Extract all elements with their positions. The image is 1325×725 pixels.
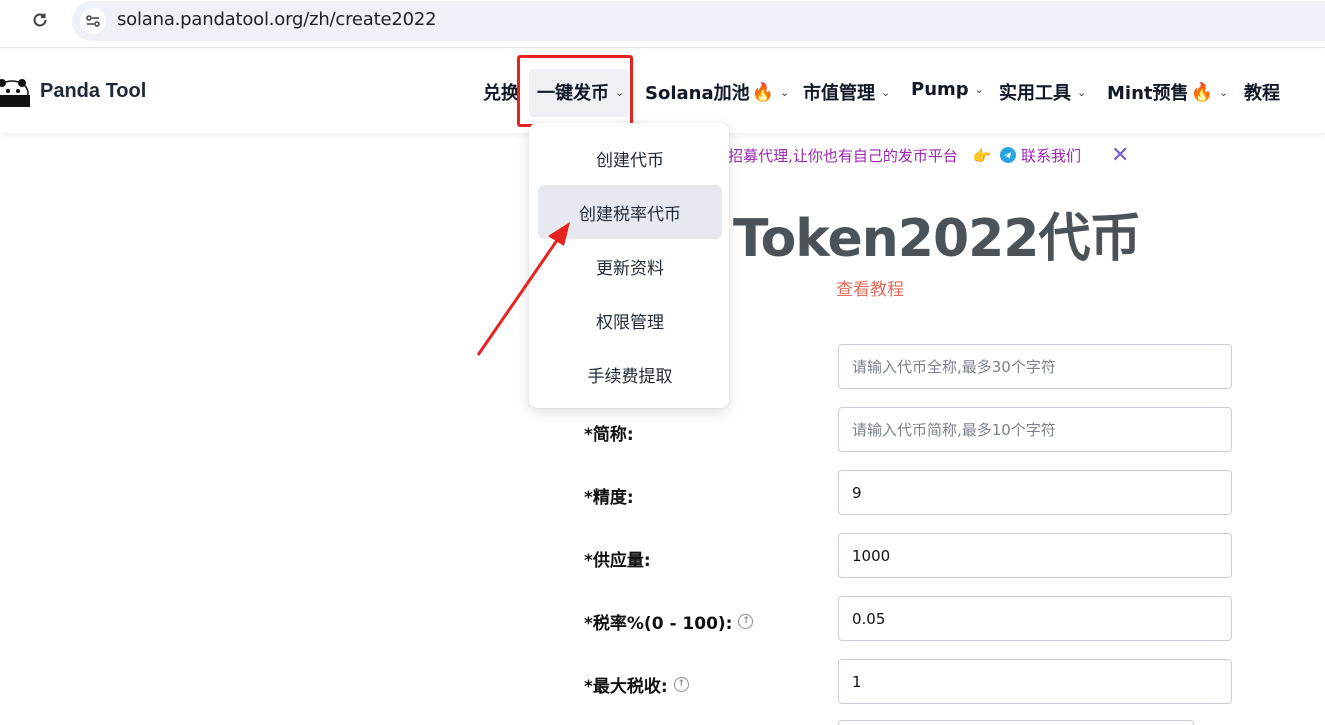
nav-swap-label: 兑换	[483, 83, 519, 104]
nav-market-cap[interactable]: 市值管理 ⌄	[803, 79, 890, 105]
info-icon[interactable]: ↑	[673, 677, 689, 692]
tax-rate-label-text: *税率%(0 - 100):	[584, 614, 733, 634]
nav-tools[interactable]: 实用工具 ⌄	[999, 79, 1086, 105]
menu-item-create-tax-token[interactable]: 创建税率代币	[538, 185, 722, 239]
panda-logo-icon[interactable]	[0, 75, 30, 109]
highlight-annotation-box	[517, 55, 633, 127]
fire-icon: 🔥	[751, 81, 775, 103]
menu-item-label: 更新资料	[596, 258, 664, 279]
decimals-label: *精度:	[584, 483, 634, 508]
next-input-partial[interactable]	[838, 720, 1194, 725]
menu-item-authority-management[interactable]: 权限管理	[538, 293, 722, 347]
symbol-label-text: *简称:	[584, 425, 634, 445]
decimals-label-text: *精度:	[584, 488, 634, 508]
tax-rate-input[interactable]	[838, 596, 1232, 641]
menu-item-label: 创建代币	[596, 150, 664, 171]
nav-swap[interactable]: 兑换	[483, 79, 519, 105]
symbol-label: *简称:	[584, 420, 634, 445]
nav-mint-presale-label: Mint预售	[1107, 83, 1189, 104]
url-text[interactable]: solana.pandatool.org/zh/create2022	[117, 9, 437, 30]
menu-item-label: 权限管理	[596, 312, 664, 333]
tax-rate-label: *税率%(0 - 100): ↑	[584, 609, 754, 634]
menu-item-create-token[interactable]: 创建代币	[538, 131, 722, 185]
contact-us-link[interactable]: 联系我们	[1021, 147, 1081, 165]
brand-name[interactable]: Panda Tool	[40, 80, 146, 103]
token-dropdown-menu: 创建代币 创建税率代币 更新资料 权限管理 手续费提取	[529, 123, 729, 408]
nav-tutorial-label: 教程	[1244, 83, 1280, 104]
browser-toolbar: solana.pandatool.org/zh/create2022	[0, 0, 1325, 48]
supply-label-text: *供应量:	[584, 551, 651, 571]
chevron-down-icon: ⌄	[881, 85, 891, 99]
supply-label: *供应量:	[584, 546, 651, 571]
nav-solana-pool-label: Solana加池	[645, 83, 750, 104]
chevron-down-icon: ⌄	[974, 83, 984, 96]
menu-item-label: 创建税率代币	[579, 204, 681, 225]
info-icon[interactable]: ↑	[738, 614, 754, 629]
nav-market-cap-label: 市值管理	[803, 83, 875, 104]
menu-item-update-metadata[interactable]: 更新资料	[538, 239, 722, 293]
supply-input[interactable]	[838, 533, 1232, 578]
announcement-text: l招募代理,让你也有自己的发币平台	[724, 147, 958, 165]
page-title: Token2022代币	[733, 209, 1141, 269]
nav-solana-pool[interactable]: Solana加池 🔥 ⌄	[645, 79, 789, 105]
max-tax-label: *最大税收: ↑	[584, 672, 689, 697]
nav-pump-label: Pump	[911, 79, 969, 100]
max-tax-input[interactable]	[838, 659, 1232, 704]
announcement-banner: l招募代理,让你也有自己的发币平台 👉 联系我们	[724, 145, 1081, 166]
token-name-input[interactable]	[838, 344, 1232, 389]
menu-item-label: 手续费提取	[587, 366, 673, 387]
chevron-down-icon: ⌄	[1077, 85, 1087, 99]
nav-pump[interactable]: Pump ⌄	[911, 79, 984, 100]
decimals-input[interactable]	[838, 470, 1232, 515]
chevron-down-icon: ⌄	[1218, 85, 1229, 99]
site-settings-icon[interactable]	[80, 8, 106, 34]
nav-tools-label: 实用工具	[999, 83, 1071, 104]
chevron-down-icon: ⌄	[780, 85, 790, 99]
telegram-icon[interactable]	[1000, 147, 1017, 163]
fire-icon: 🔥	[1190, 81, 1213, 103]
max-tax-label-text: *最大税收:	[584, 677, 668, 697]
pointing-hand-icon: 👉	[972, 147, 992, 165]
nav-tutorial[interactable]: 教程	[1244, 79, 1280, 105]
token-symbol-input[interactable]	[838, 407, 1232, 452]
tutorial-link[interactable]: 查看教程	[836, 275, 904, 300]
reload-icon[interactable]	[28, 8, 52, 32]
nav-mint-presale[interactable]: Mint预售 🔥 ⌄	[1107, 79, 1228, 105]
menu-item-fee-withdrawal[interactable]: 手续费提取	[538, 347, 722, 401]
close-icon[interactable]: ✕	[1111, 143, 1129, 168]
